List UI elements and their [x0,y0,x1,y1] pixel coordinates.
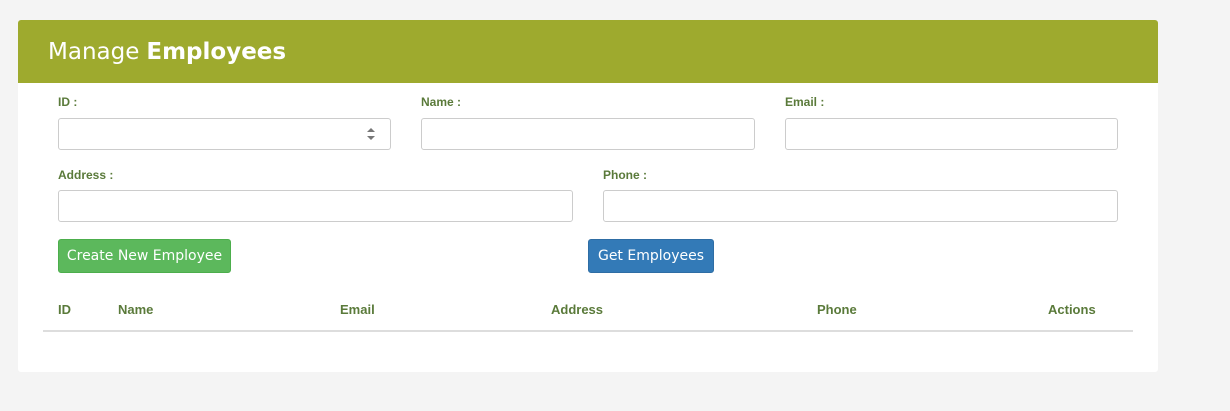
table-header-divider [43,330,1133,332]
spinner-arrows-icon[interactable] [366,127,376,141]
table-header-id: ID [58,302,71,317]
create-new-employee-button[interactable]: Create New Employee [58,239,231,273]
id-label: ID : [58,95,78,109]
address-label: Address : [58,168,114,182]
table-header-actions: Actions [1048,302,1096,317]
id-number-input[interactable] [58,118,391,150]
header-title-strong: Employees [146,38,287,65]
name-input[interactable] [421,118,755,150]
phone-input[interactable] [603,190,1118,222]
manage-employees-panel: Manage Employees ID : Name : Email : Add… [18,20,1158,372]
get-employees-button[interactable]: Get Employees [588,239,714,273]
name-label: Name : [421,95,462,109]
phone-label: Phone : [603,168,647,182]
address-input[interactable] [58,190,573,222]
panel-header: Manage Employees [18,20,1158,83]
table-header-name: Name [118,302,154,317]
header-title-prefix: Manage [48,38,140,65]
email-input[interactable] [785,118,1118,150]
table-header-phone: Phone [817,302,857,317]
table-header-address: Address [551,302,604,317]
email-label: Email : [785,95,825,109]
table-header-email: Email [340,302,375,317]
